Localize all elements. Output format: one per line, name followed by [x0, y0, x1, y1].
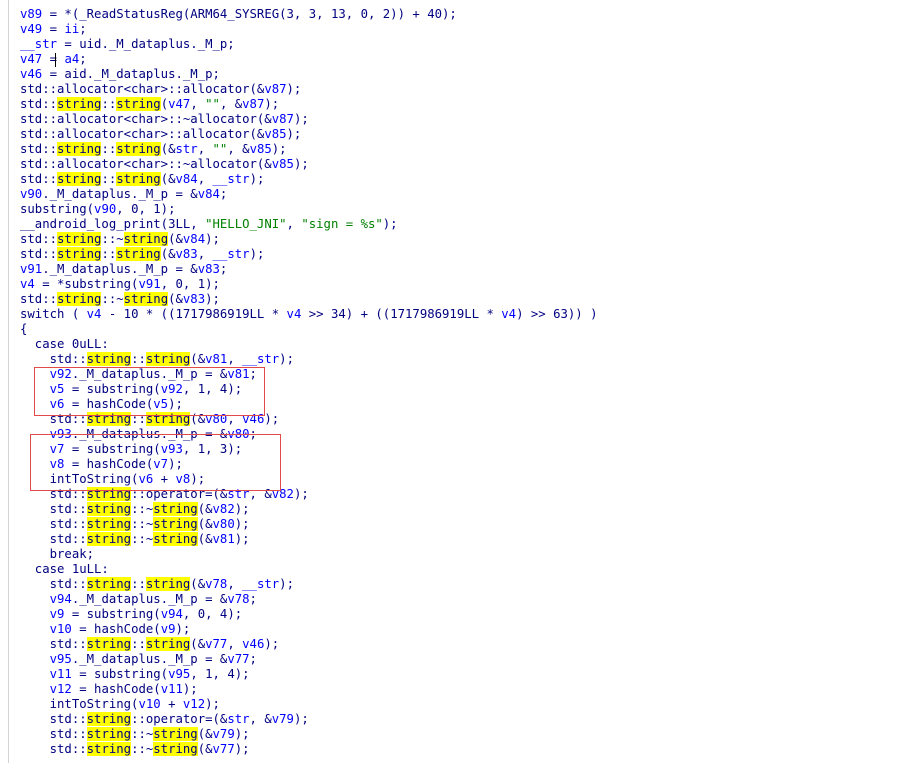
code-line[interactable]: case 1uLL: [20, 562, 598, 577]
code-line[interactable]: v93._M_dataplus._M_p = &v80; [20, 427, 598, 442]
code-line[interactable]: std::string::string(&str, "", &v85); [20, 142, 598, 157]
code-line[interactable]: std::allocator<char>::~allocator(&v87); [20, 112, 598, 127]
code-line[interactable]: v95._M_dataplus._M_p = &v77; [20, 652, 598, 667]
line-gutter [0, 0, 9, 763]
code-line[interactable]: std::string::string(&v77, v46); [20, 637, 598, 652]
code-line[interactable]: v11 = substring(v95, 1, 4); [20, 667, 598, 682]
code-line[interactable]: std::string::string(&v80, v46); [20, 412, 598, 427]
code-line[interactable]: v94._M_dataplus._M_p = &v78; [20, 592, 598, 607]
code-line[interactable]: intToString(v6 + v8); [20, 472, 598, 487]
code-line[interactable]: v89 = *(_ReadStatusReg(ARM64_SYSREG(3, 3… [20, 7, 598, 22]
code-line[interactable]: std::string::~string(&v83); [20, 292, 598, 307]
code-line[interactable]: v46 = aid._M_dataplus._M_p; [20, 67, 598, 82]
code-line[interactable]: std::allocator<char>::allocator(&v85); [20, 127, 598, 142]
code-line[interactable]: v92._M_dataplus._M_p = &v81; [20, 367, 598, 382]
code-line[interactable]: std::string::operator=(&str, &v82); [20, 487, 598, 502]
code-listing: v89 = *(_ReadStatusReg(ARM64_SYSREG(3, 3… [20, 7, 598, 757]
code-line[interactable]: std::allocator<char>::~allocator(&v85); [20, 157, 598, 172]
pseudocode-view[interactable]: v89 = *(_ReadStatusReg(ARM64_SYSREG(3, 3… [0, 0, 923, 763]
code-line[interactable]: std::string::operator=(&str, &v79); [20, 712, 598, 727]
code-line[interactable]: v7 = substring(v93, 1, 3); [20, 442, 598, 457]
code-line[interactable]: std::string::~string(&v81); [20, 532, 598, 547]
code-line[interactable]: v91._M_dataplus._M_p = &v83; [20, 262, 598, 277]
code-line[interactable]: std::string::string(v47, "", &v87); [20, 97, 598, 112]
code-line[interactable]: v47 = a4; [20, 52, 598, 67]
code-line[interactable]: std::string::~string(&v79); [20, 727, 598, 742]
code-line[interactable]: v49 = ii; [20, 22, 598, 37]
code-line[interactable]: std::string::~string(&v82); [20, 502, 598, 517]
code-line[interactable]: substring(v90, 0, 1); [20, 202, 598, 217]
code-line[interactable]: case 0uLL: [20, 337, 598, 352]
code-line[interactable]: v5 = substring(v92, 1, 4); [20, 382, 598, 397]
code-line[interactable]: v4 = *substring(v91, 0, 1); [20, 277, 598, 292]
code-line[interactable]: std::string::string(&v81, __str); [20, 352, 598, 367]
code-line[interactable]: std::string::~string(&v77); [20, 742, 598, 757]
code-line[interactable]: intToString(v10 + v12); [20, 697, 598, 712]
code-line[interactable]: break; [20, 547, 598, 562]
code-line[interactable]: std::string::string(&v84, __str); [20, 172, 598, 187]
code-line[interactable]: v12 = hashCode(v11); [20, 682, 598, 697]
code-line[interactable]: v8 = hashCode(v7); [20, 457, 598, 472]
code-line[interactable]: v10 = hashCode(v9); [20, 622, 598, 637]
code-line[interactable]: __str = uid._M_dataplus._M_p; [20, 37, 598, 52]
code-line[interactable]: std::string::~string(&v84); [20, 232, 598, 247]
code-line[interactable]: __android_log_print(3LL, "HELLO_JNI", "s… [20, 217, 598, 232]
code-line[interactable]: v9 = substring(v94, 0, 4); [20, 607, 598, 622]
code-line[interactable]: { [20, 322, 598, 337]
text-cursor [55, 53, 56, 67]
code-line[interactable]: std::string::string(&v78, __str); [20, 577, 598, 592]
code-line[interactable]: std::allocator<char>::allocator(&v87); [20, 82, 598, 97]
code-line[interactable]: switch ( v4 - 10 * ((1717986919LL * v4 >… [20, 307, 598, 322]
code-line[interactable]: v90._M_dataplus._M_p = &v84; [20, 187, 598, 202]
code-line[interactable]: std::string::string(&v83, __str); [20, 247, 598, 262]
code-line[interactable]: std::string::~string(&v80); [20, 517, 598, 532]
code-line[interactable]: v6 = hashCode(v5); [20, 397, 598, 412]
